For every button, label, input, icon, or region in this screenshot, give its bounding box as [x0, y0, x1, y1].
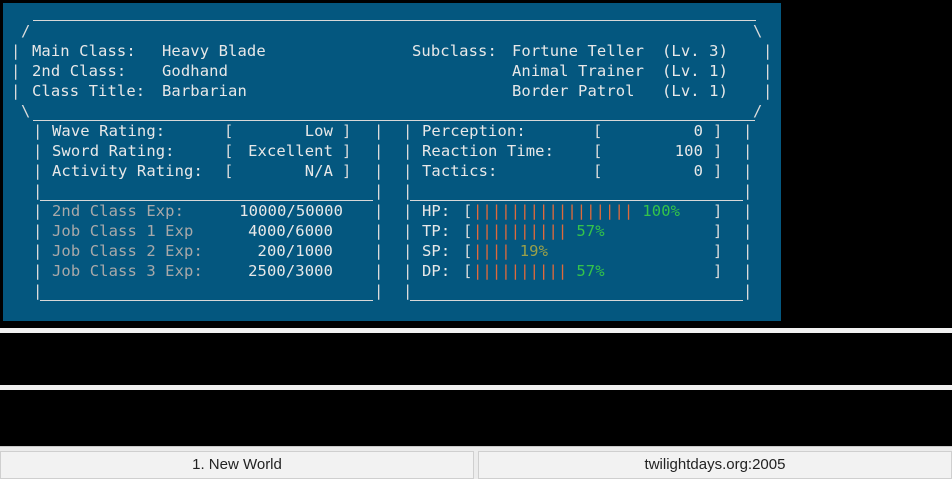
hp-bar: ||||||||||||||||| 100% [473, 201, 680, 221]
left-panel-left-edge: | | | | | | | | | [33, 122, 43, 300]
tp-bar: |||||||||| 57% [473, 221, 605, 241]
exp-value-second-class: 10000/50000 [239, 202, 343, 220]
exp-label-second-class: 2nd Class Exp: [52, 202, 185, 220]
second-class-label: 2nd Class: [32, 62, 127, 80]
top-box-corner-br: / [753, 102, 763, 120]
right-panel-bottom-border [410, 300, 743, 301]
class-title-value: Barbarian [162, 82, 247, 100]
session-tab[interactable]: 1. New World [0, 451, 474, 479]
sword-rating-label: Sword Rating: [52, 142, 175, 160]
perception-label: Perception: [422, 122, 526, 140]
perception-value: 0 [693, 122, 703, 140]
sword-rating-value: Excellent [248, 142, 333, 160]
right-panel-left-edge: | | | | | | | | | [403, 122, 413, 300]
top-box-corner-bl: \ [21, 102, 31, 120]
top-box-left-edge: | | | [11, 42, 21, 100]
tp-bar-fill: |||||||||| [473, 222, 568, 240]
top-box-top-border [33, 20, 756, 21]
hp-bar-fill: ||||||||||||||||| [473, 202, 634, 220]
status-bar: 1. New World twilightdays.org:2005 [0, 446, 952, 479]
reaction-time-label: Reaction Time: [422, 142, 555, 160]
subclass-label: Subclass: [412, 42, 497, 60]
exp-value-job-1: 4000/6000 [248, 222, 333, 240]
top-box-corner-tr: \ [753, 22, 763, 40]
exp-value-job-2: 200/1000 [257, 242, 333, 260]
exp-label-job-2: Job Class 2 Exp: [52, 242, 203, 260]
left-panel-right-edge: | | | | | | | | | [374, 122, 384, 300]
exp-value-job-3: 2500/3000 [248, 262, 333, 280]
subclass-name-3: Border Patrol [512, 82, 635, 100]
wave-rating-label: Wave Rating: [52, 122, 166, 140]
hp-percent: 100% [642, 202, 681, 220]
terminal-window[interactable]: / \ | | | | | | \ / Main Class: Heavy Bl… [3, 3, 781, 321]
tp-percent: 57% [576, 222, 605, 240]
tactics-label: Tactics: [422, 162, 498, 180]
top-box-corner-tl: / [21, 22, 31, 40]
host-label: twilightdays.org:2005 [478, 451, 952, 479]
main-class-value: Heavy Blade [162, 42, 266, 60]
right-panel-right-edge: | | | | | | | | | [743, 122, 753, 300]
rating-bracket-open: [ [ [ [224, 122, 234, 180]
subclass-level-2: (Lv. 1) [662, 62, 729, 80]
reaction-time-value: 100 [674, 142, 703, 160]
right-panel-inner-edge: ] ] ] [713, 122, 723, 180]
subclass-name-2: Animal Trainer [512, 62, 645, 80]
subclass-name-1: Fortune Teller [512, 42, 645, 60]
dp-percent: 57% [576, 262, 605, 280]
subclass-level-1: (Lv. 3) [662, 42, 729, 60]
left-panel-bottom-border [40, 300, 373, 301]
hp-label: HP: [422, 202, 451, 220]
rating-bracket-close: ] ] ] [342, 122, 352, 180]
tactics-value: 0 [693, 162, 703, 180]
dp-label: DP: [422, 262, 451, 280]
sp-bar-fill: |||| [473, 242, 511, 260]
vital-bracket-close: ] ] ] ] [713, 202, 723, 280]
vital-bracket-open: [ [ [ [ [463, 202, 473, 280]
activity-rating-label: Activity Rating: [52, 162, 203, 180]
main-class-label: Main Class: [32, 42, 136, 60]
subclass-level-3: (Lv. 1) [662, 82, 729, 100]
exp-label-job-1: Job Class 1 Exp [52, 222, 194, 240]
class-title-label: Class Title: [32, 82, 146, 100]
sp-percent: 19% [519, 242, 549, 260]
top-box-right-edge: | | | [763, 42, 773, 100]
sp-label: SP: [422, 242, 451, 260]
dp-bar-fill: |||||||||| [473, 262, 568, 280]
tp-label: TP: [422, 222, 451, 240]
dp-bar: |||||||||| 57% [473, 261, 605, 281]
sp-bar: |||| 19% [473, 241, 548, 261]
exp-label-job-3: Job Class 3 Exp: [52, 262, 203, 280]
activity-rating-value: N/A [304, 162, 333, 180]
wave-rating-value: Low [304, 122, 333, 140]
output-pane[interactable] [0, 333, 952, 385]
command-input-pane[interactable] [0, 390, 952, 444]
second-class-value: Godhand [162, 62, 229, 80]
skill-bracket-open: [ [ [ [593, 122, 603, 180]
